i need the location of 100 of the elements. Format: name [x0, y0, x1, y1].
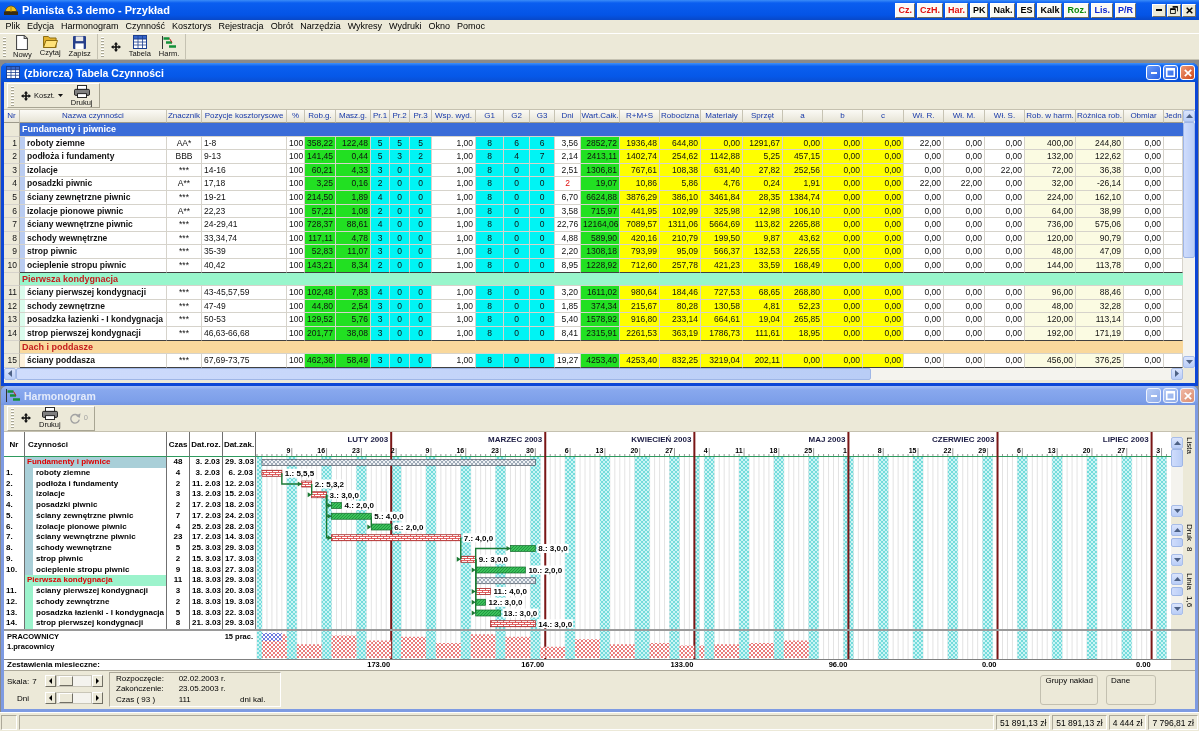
move-arrows-icon	[21, 90, 31, 101]
menu-item[interactable]: Czynność	[122, 20, 169, 33]
caret-left-icon	[8, 370, 12, 378]
table-cell: ***	[167, 326, 202, 341]
row-number: 4	[4, 177, 20, 191]
slider-arrow-button[interactable]	[45, 692, 56, 704]
quick-button[interactable]: Kalk	[1037, 2, 1063, 18]
scroll-arrow-button[interactable]	[1171, 524, 1183, 536]
scroll-arrow-button[interactable]	[1183, 110, 1195, 122]
menu-item[interactable]: Rejestracja	[215, 20, 268, 33]
table-cell: 17. 2.03	[190, 500, 223, 511]
menu-item[interactable]: Kosztorys	[168, 20, 216, 33]
menu-item[interactable]: Pomoc	[453, 20, 489, 33]
table-cell: 22,00	[904, 177, 944, 191]
caret-down-icon	[1173, 558, 1181, 562]
row-number: 14.	[4, 618, 25, 629]
table-cell: 3	[167, 489, 190, 500]
table-cell: 7	[530, 150, 555, 164]
slider-arrow-button[interactable]	[92, 692, 103, 704]
row-number: 9	[4, 245, 20, 259]
menu-item[interactable]: Wykresy	[344, 20, 386, 33]
column-header: b	[823, 110, 863, 123]
menu-item[interactable]: Edycja	[23, 20, 58, 33]
quick-button[interactable]: PK	[969, 2, 989, 18]
slider-arrow-button[interactable]	[92, 675, 103, 687]
table-cell: 0	[504, 286, 530, 300]
quick-button[interactable]: ES	[1017, 2, 1036, 18]
scroll-arrow-button[interactable]	[1171, 573, 1183, 585]
table-cell: ***	[167, 190, 202, 205]
table-cell: 88,61	[336, 218, 371, 232]
row-number: 8.	[4, 543, 25, 554]
quick-button[interactable]: Lis.	[1091, 2, 1113, 18]
table-cell: 0,00	[944, 313, 985, 327]
table-cell: roboty ziemne	[25, 467, 167, 479]
restore-button[interactable]	[1167, 3, 1181, 17]
row-number: 2	[4, 150, 20, 164]
table-cell: ***	[167, 313, 202, 327]
table-cell: 3	[371, 245, 390, 259]
table-cell: 1-8	[202, 136, 287, 151]
table-cell: 8	[476, 218, 504, 232]
column-header: Rob. w harm.	[1025, 110, 1076, 123]
scroll-arrow-button[interactable]	[1183, 355, 1195, 368]
table-cell: 0	[504, 177, 530, 191]
close-icon	[1183, 68, 1192, 77]
table-cell: 0,00	[904, 150, 944, 164]
menu-item[interactable]: Plik	[2, 20, 24, 33]
table-cell: 0	[410, 177, 432, 191]
table-cell: 5,86	[660, 177, 701, 191]
menu-item[interactable]: Harmonogram	[57, 20, 123, 33]
month-label: LUTY 2003	[347, 435, 389, 444]
table-cell: 0,00	[863, 150, 904, 164]
table-cell: 0,00	[1124, 231, 1164, 246]
table-cell: 11,07	[336, 245, 371, 259]
info-label: Rozpoczęcie:	[116, 673, 166, 685]
quick-button[interactable]: Har.	[944, 2, 968, 18]
quick-button[interactable]: Roz.	[1064, 2, 1090, 18]
table-cell: 3	[167, 586, 190, 597]
slider-thumb[interactable]	[59, 676, 73, 686]
scrollbar[interactable]	[1171, 437, 1183, 517]
table-cell: 0,00	[904, 204, 944, 219]
scrollbar-thumb[interactable]	[1171, 586, 1183, 596]
row-number: 15	[4, 354, 20, 368]
scroll-arrow-button[interactable]	[1171, 554, 1183, 566]
slider-thumb[interactable]	[59, 693, 73, 703]
table-cell: 0,00	[904, 313, 944, 327]
table-cell: 25. 3.03	[190, 543, 223, 554]
quick-button[interactable]: P/R	[1115, 2, 1136, 18]
scrollbar-thumb[interactable]	[1171, 449, 1183, 468]
menu-item[interactable]: Wydruki	[385, 20, 426, 33]
table-cell: 8	[476, 313, 504, 327]
slider-arrow-button[interactable]	[45, 675, 56, 687]
column-header: Różnica rob.	[1076, 110, 1124, 123]
bar-label: 1.: 5,5,5	[283, 468, 316, 479]
table-cell: posadzki piwnic	[25, 177, 167, 191]
scroll-arrow-button[interactable]	[1171, 603, 1183, 615]
table-cell: 0,00	[1124, 136, 1164, 151]
quick-button[interactable]: CzH.	[916, 2, 943, 18]
column-header: c	[863, 110, 904, 123]
scrollbar-thumb[interactable]	[1183, 122, 1195, 259]
table-cell: 9-13	[202, 150, 287, 164]
table-cell: 22,23	[202, 204, 287, 219]
quick-button[interactable]: Cz.	[895, 2, 915, 18]
menu-item[interactable]: Narzędzia	[296, 20, 345, 33]
table-cell: 0	[504, 354, 530, 368]
scroll-arrow-button[interactable]	[1171, 505, 1183, 517]
table-cell: 0	[530, 218, 555, 232]
column-header: Wsp. wyd.	[432, 110, 476, 123]
menu-item[interactable]: Obrót	[267, 20, 297, 33]
menu-item[interactable]: Okno	[425, 20, 454, 33]
row-header	[4, 123, 20, 137]
scroll-arrow-button[interactable]	[1171, 437, 1183, 449]
table-cell: 52,83	[305, 245, 336, 259]
info-value: 111	[178, 694, 192, 706]
quick-button[interactable]: Nak.	[990, 2, 1016, 18]
caret-down-icon	[1173, 509, 1181, 513]
caret-up-icon	[1173, 577, 1181, 581]
scrollbar[interactable]	[1171, 573, 1183, 615]
scrollbar[interactable]	[1183, 110, 1195, 368]
scrollbar[interactable]	[1171, 524, 1183, 566]
scrollbar-thumb[interactable]	[1171, 537, 1183, 547]
